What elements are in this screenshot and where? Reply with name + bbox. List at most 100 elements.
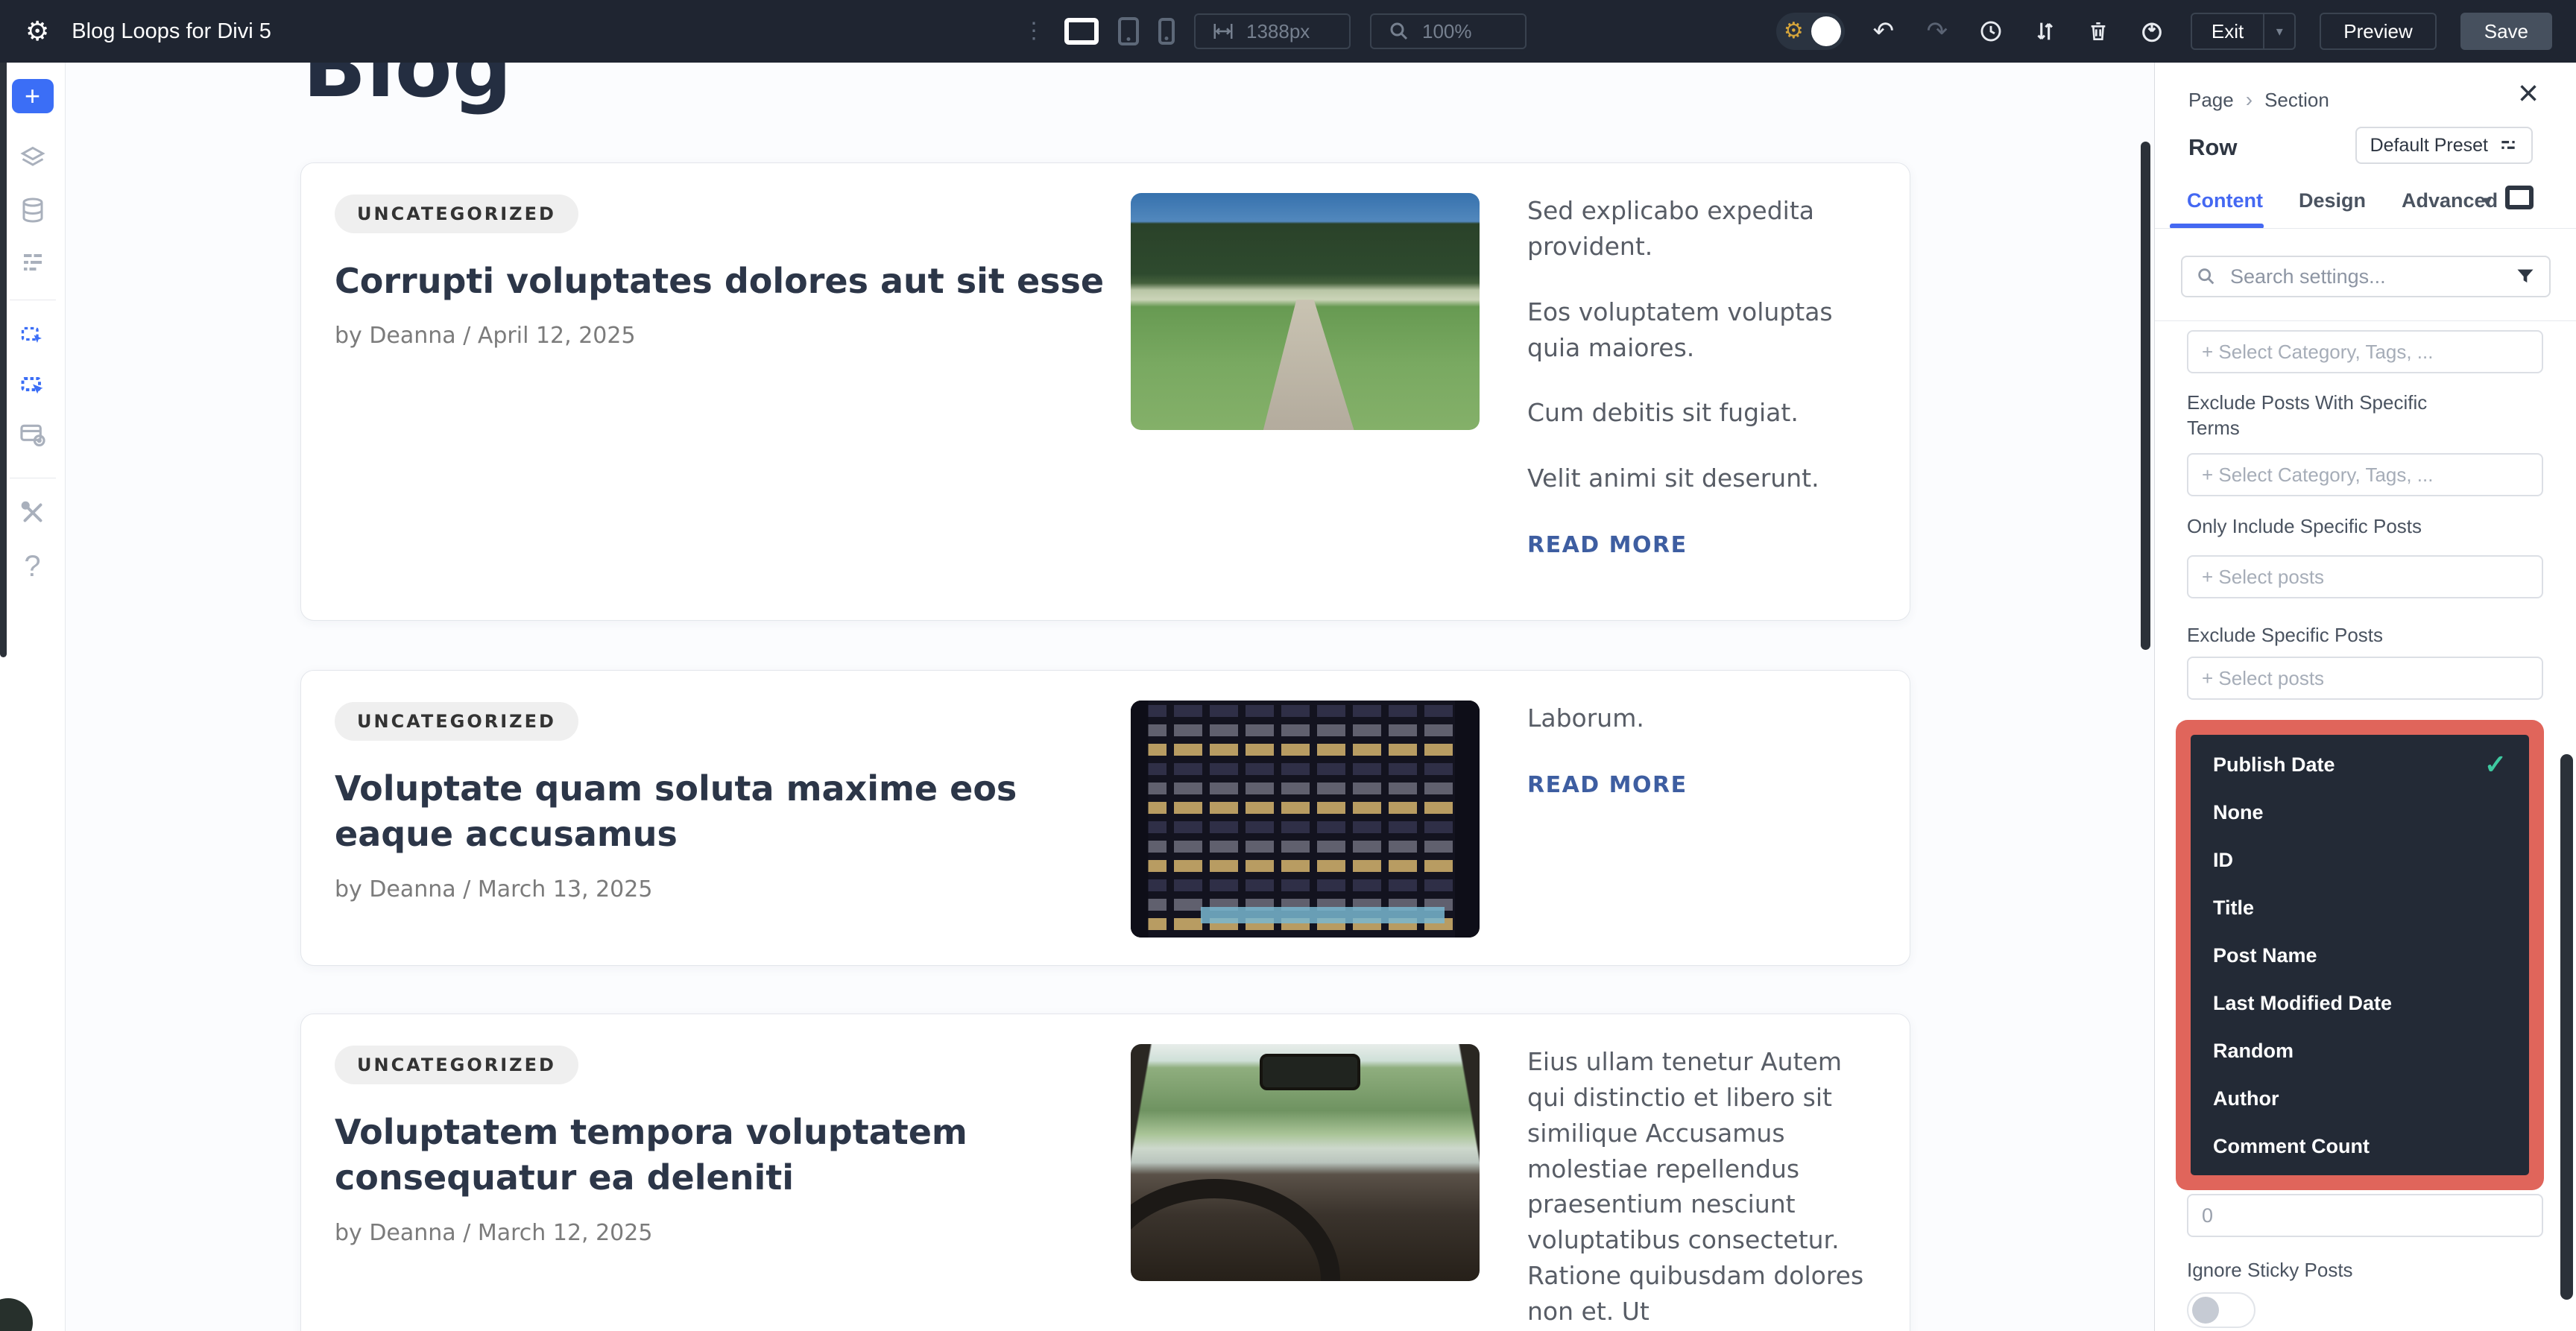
post-meta: by Deanna / March 12, 2025 [335, 1220, 652, 1246]
filter-funnel-icon[interactable] [2515, 266, 2536, 287]
zoom-field[interactable]: 100% [1370, 13, 1527, 49]
tools-icon[interactable] [19, 499, 46, 526]
add-module-button[interactable]: + [12, 79, 54, 113]
trash-button[interactable] [2083, 16, 2113, 46]
select-row-icon[interactable] [19, 372, 46, 399]
database-icon[interactable] [19, 197, 46, 224]
sidebar-scrollbar[interactable] [0, 63, 7, 657]
read-more-link[interactable]: READ MORE [1527, 769, 1688, 802]
drag-dots-icon[interactable]: ⋮ [1023, 20, 1045, 42]
close-panel-button[interactable]: × [2518, 76, 2539, 112]
breadcrumb-chevron-icon: › [2246, 88, 2253, 112]
layers-icon[interactable] [19, 145, 46, 171]
search-settings-input[interactable] [2229, 265, 2503, 289]
builder-canvas: Blog UNCATEGORIZED Corrupti voluptates d… [66, 63, 2154, 1331]
left-sidebar: + [0, 63, 66, 1331]
include-posts-field[interactable]: + Select posts [2187, 555, 2543, 598]
tablet-view-button[interactable] [1118, 17, 1139, 45]
settings-panel: Page › Section × Row Default Preset Cont… [2154, 63, 2576, 1331]
post-title-link[interactable]: Corrupti voluptates dolores aut sit esse [335, 259, 1125, 304]
excerpt-paragraph: Eius ullam tenetur Autem qui distinctio … [1527, 1044, 1879, 1330]
dropdown-option-last-modified-date[interactable]: Last Modified Date [2191, 979, 2529, 1027]
exit-caret-icon[interactable]: ▾ [2264, 14, 2294, 48]
preset-button-label: Default Preset [2370, 135, 2488, 157]
offset-number-input[interactable] [2187, 1194, 2543, 1237]
post-excerpt: Sed explicabo expedita provident. Eos vo… [1527, 193, 1879, 562]
canvas-scrollbar[interactable] [2141, 142, 2150, 650]
tabs-caret-icon[interactable]: ▼ [2480, 194, 2495, 211]
toggle-knob [2192, 1297, 2219, 1324]
breadcrumb-section[interactable]: Section [2264, 89, 2329, 112]
tab-content[interactable]: Content [2187, 189, 2263, 212]
post-title-link[interactable]: Voluptate quam soluta maxime eos eaque a… [335, 766, 1125, 856]
top-bar: ⚙ Blog Loops for Divi 5 ⋮ 1388px 100% [0, 0, 2576, 63]
post-thumbnail-night-building[interactable] [1131, 701, 1480, 938]
toggle-knob [1811, 16, 1841, 46]
category-badge[interactable]: UNCATEGORIZED [335, 702, 578, 741]
wireframe-icon[interactable] [19, 249, 46, 276]
excerpt-paragraph: Velit animi sit deserunt. [1527, 461, 1879, 496]
post-card[interactable]: UNCATEGORIZED Voluptatem tempora volupta… [300, 1014, 1910, 1331]
ignore-sticky-toggle[interactable] [2187, 1292, 2255, 1328]
magnifier-icon [1388, 20, 1410, 42]
settings-search [2181, 256, 2551, 297]
post-card[interactable]: UNCATEGORIZED Voluptate quam soluta maxi… [300, 670, 1910, 966]
post-title-link[interactable]: Voluptatem tempora voluptatem consequatu… [335, 1110, 1125, 1200]
dropdown-option-comment-count[interactable]: Comment Count [2191, 1122, 2529, 1170]
settings-gear-icon[interactable]: ⚙ [25, 18, 49, 45]
excerpt-paragraph: Eos voluptatem voluptas quia maiores. [1527, 294, 1879, 366]
category-badge[interactable]: UNCATEGORIZED [335, 195, 578, 233]
include-terms-field[interactable]: + Select Category, Tags, ... [2187, 330, 2543, 373]
exclude-terms-field[interactable]: + Select Category, Tags, ... [2187, 453, 2543, 496]
gravel-path-shape [1131, 300, 1480, 430]
breadcrumb-page[interactable]: Page [2188, 89, 2234, 112]
select-module-icon[interactable] [19, 323, 46, 350]
dropdown-option-id[interactable]: ID [2191, 836, 2529, 884]
help-icon[interactable]: ? [24, 551, 40, 581]
post-card[interactable]: UNCATEGORIZED Corrupti voluptates dolore… [300, 162, 1910, 621]
divi-builder-window: ⚙ Blog Loops for Divi 5 ⋮ 1388px 100% [0, 0, 2576, 1331]
dropdown-option-publish-date[interactable]: Publish Date ✓ [2191, 741, 2529, 788]
undo-button[interactable]: ↶ [1869, 16, 1898, 46]
redo-button[interactable]: ↷ [1922, 16, 1952, 46]
desktop-view-button[interactable] [1064, 18, 1099, 45]
exclude-posts-field[interactable]: + Select posts [2187, 657, 2543, 700]
device-mode-icon[interactable] [2505, 186, 2534, 209]
preset-icon [2498, 136, 2518, 155]
night-building-image [1131, 701, 1480, 938]
phone-view-button[interactable] [1158, 18, 1175, 45]
post-meta: by Deanna / April 12, 2025 [335, 323, 636, 349]
category-badge[interactable]: UNCATEGORIZED [335, 1046, 578, 1084]
order-by-dropdown: Publish Date ✓ None ID Title Post Name L… [2191, 735, 2529, 1175]
post-thumbnail-nature-path[interactable] [1131, 193, 1480, 430]
default-preset-button[interactable]: Default Preset [2355, 127, 2533, 164]
tabs-divider [2155, 228, 2576, 229]
tab-design[interactable]: Design [2299, 189, 2366, 212]
breadcrumb: Page › Section [2188, 88, 2329, 112]
history-button[interactable] [1976, 16, 2006, 46]
dropdown-option-author[interactable]: Author [2191, 1075, 2529, 1122]
module-title: Row [2188, 134, 2237, 161]
power-button[interactable] [2137, 16, 2167, 46]
builder-theme-toggle[interactable]: ⚙ [1776, 13, 1845, 50]
read-more-link[interactable]: READ MORE [1527, 529, 1688, 562]
include-posts-label: Only Include Specific Posts [2187, 514, 2422, 540]
steering-wheel-shape [1131, 1179, 1340, 1281]
preset-window-icon[interactable] [19, 421, 47, 449]
post-thumbnail-car-interior[interactable] [1131, 1044, 1480, 1281]
exit-button[interactable]: Exit [2192, 14, 2264, 48]
panel-scrollbar[interactable] [2560, 754, 2573, 1300]
sort-arrows-button[interactable] [2030, 16, 2059, 46]
dropdown-option-title[interactable]: Title [2191, 884, 2529, 932]
dropdown-option-post-name[interactable]: Post Name [2191, 932, 2529, 979]
dropdown-option-none[interactable]: None [2191, 788, 2529, 836]
dropdown-option-random[interactable]: Random [2191, 1027, 2529, 1075]
top-bar-center: ⋮ 1388px 100% [1023, 0, 1527, 63]
responsive-width-field[interactable]: 1388px [1194, 13, 1351, 49]
exclude-terms-label: Exclude Posts With Specific Terms [2187, 391, 2478, 441]
save-button[interactable]: Save [2460, 13, 2552, 50]
order-by-dropdown-highlight: Publish Date ✓ None ID Title Post Name L… [2176, 720, 2544, 1190]
preview-button[interactable]: Preview [2320, 13, 2436, 50]
car-interior-image [1131, 1044, 1480, 1281]
excerpt-paragraph: Sed explicabo expedita provident. [1527, 193, 1879, 265]
